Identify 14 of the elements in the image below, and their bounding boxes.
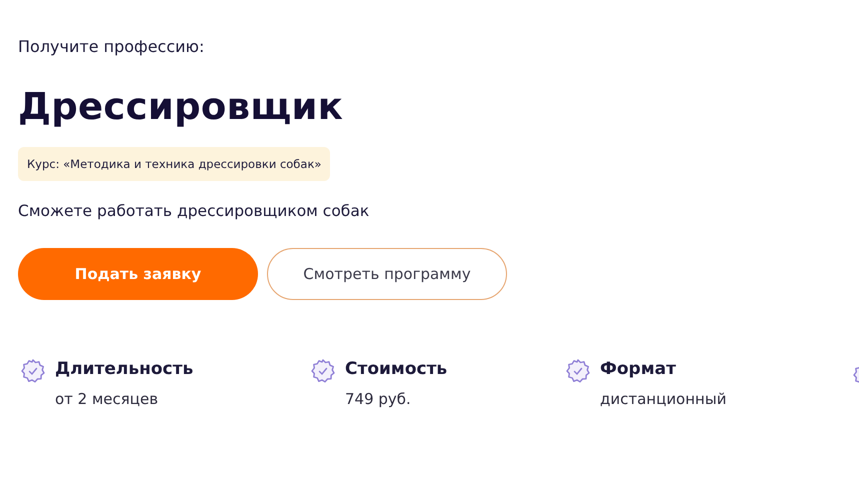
eyebrow-text: Получите профессию:: [18, 36, 206, 58]
feature-value: дистанционный: [600, 389, 726, 409]
feature-value: 749 руб.: [345, 389, 412, 409]
feature-title: Длительность: [55, 358, 194, 380]
badge-check-icon: [20, 358, 46, 384]
description-text: Сможете работать дрессировщиком собак: [18, 201, 370, 221]
program-button[interactable]: Смотреть программу: [267, 248, 507, 300]
profession-title: Дрессировщик: [18, 84, 344, 130]
feature-value: от 2 месяцев: [55, 389, 160, 409]
badge-check-icon: [565, 358, 591, 384]
course-tag: Курс: «Методика и техника дрессировки собак»: [18, 147, 330, 181]
badge-check-icon: [310, 358, 336, 384]
feature-title: Стоимость: [345, 358, 448, 380]
feature-title: Формат: [600, 358, 677, 380]
